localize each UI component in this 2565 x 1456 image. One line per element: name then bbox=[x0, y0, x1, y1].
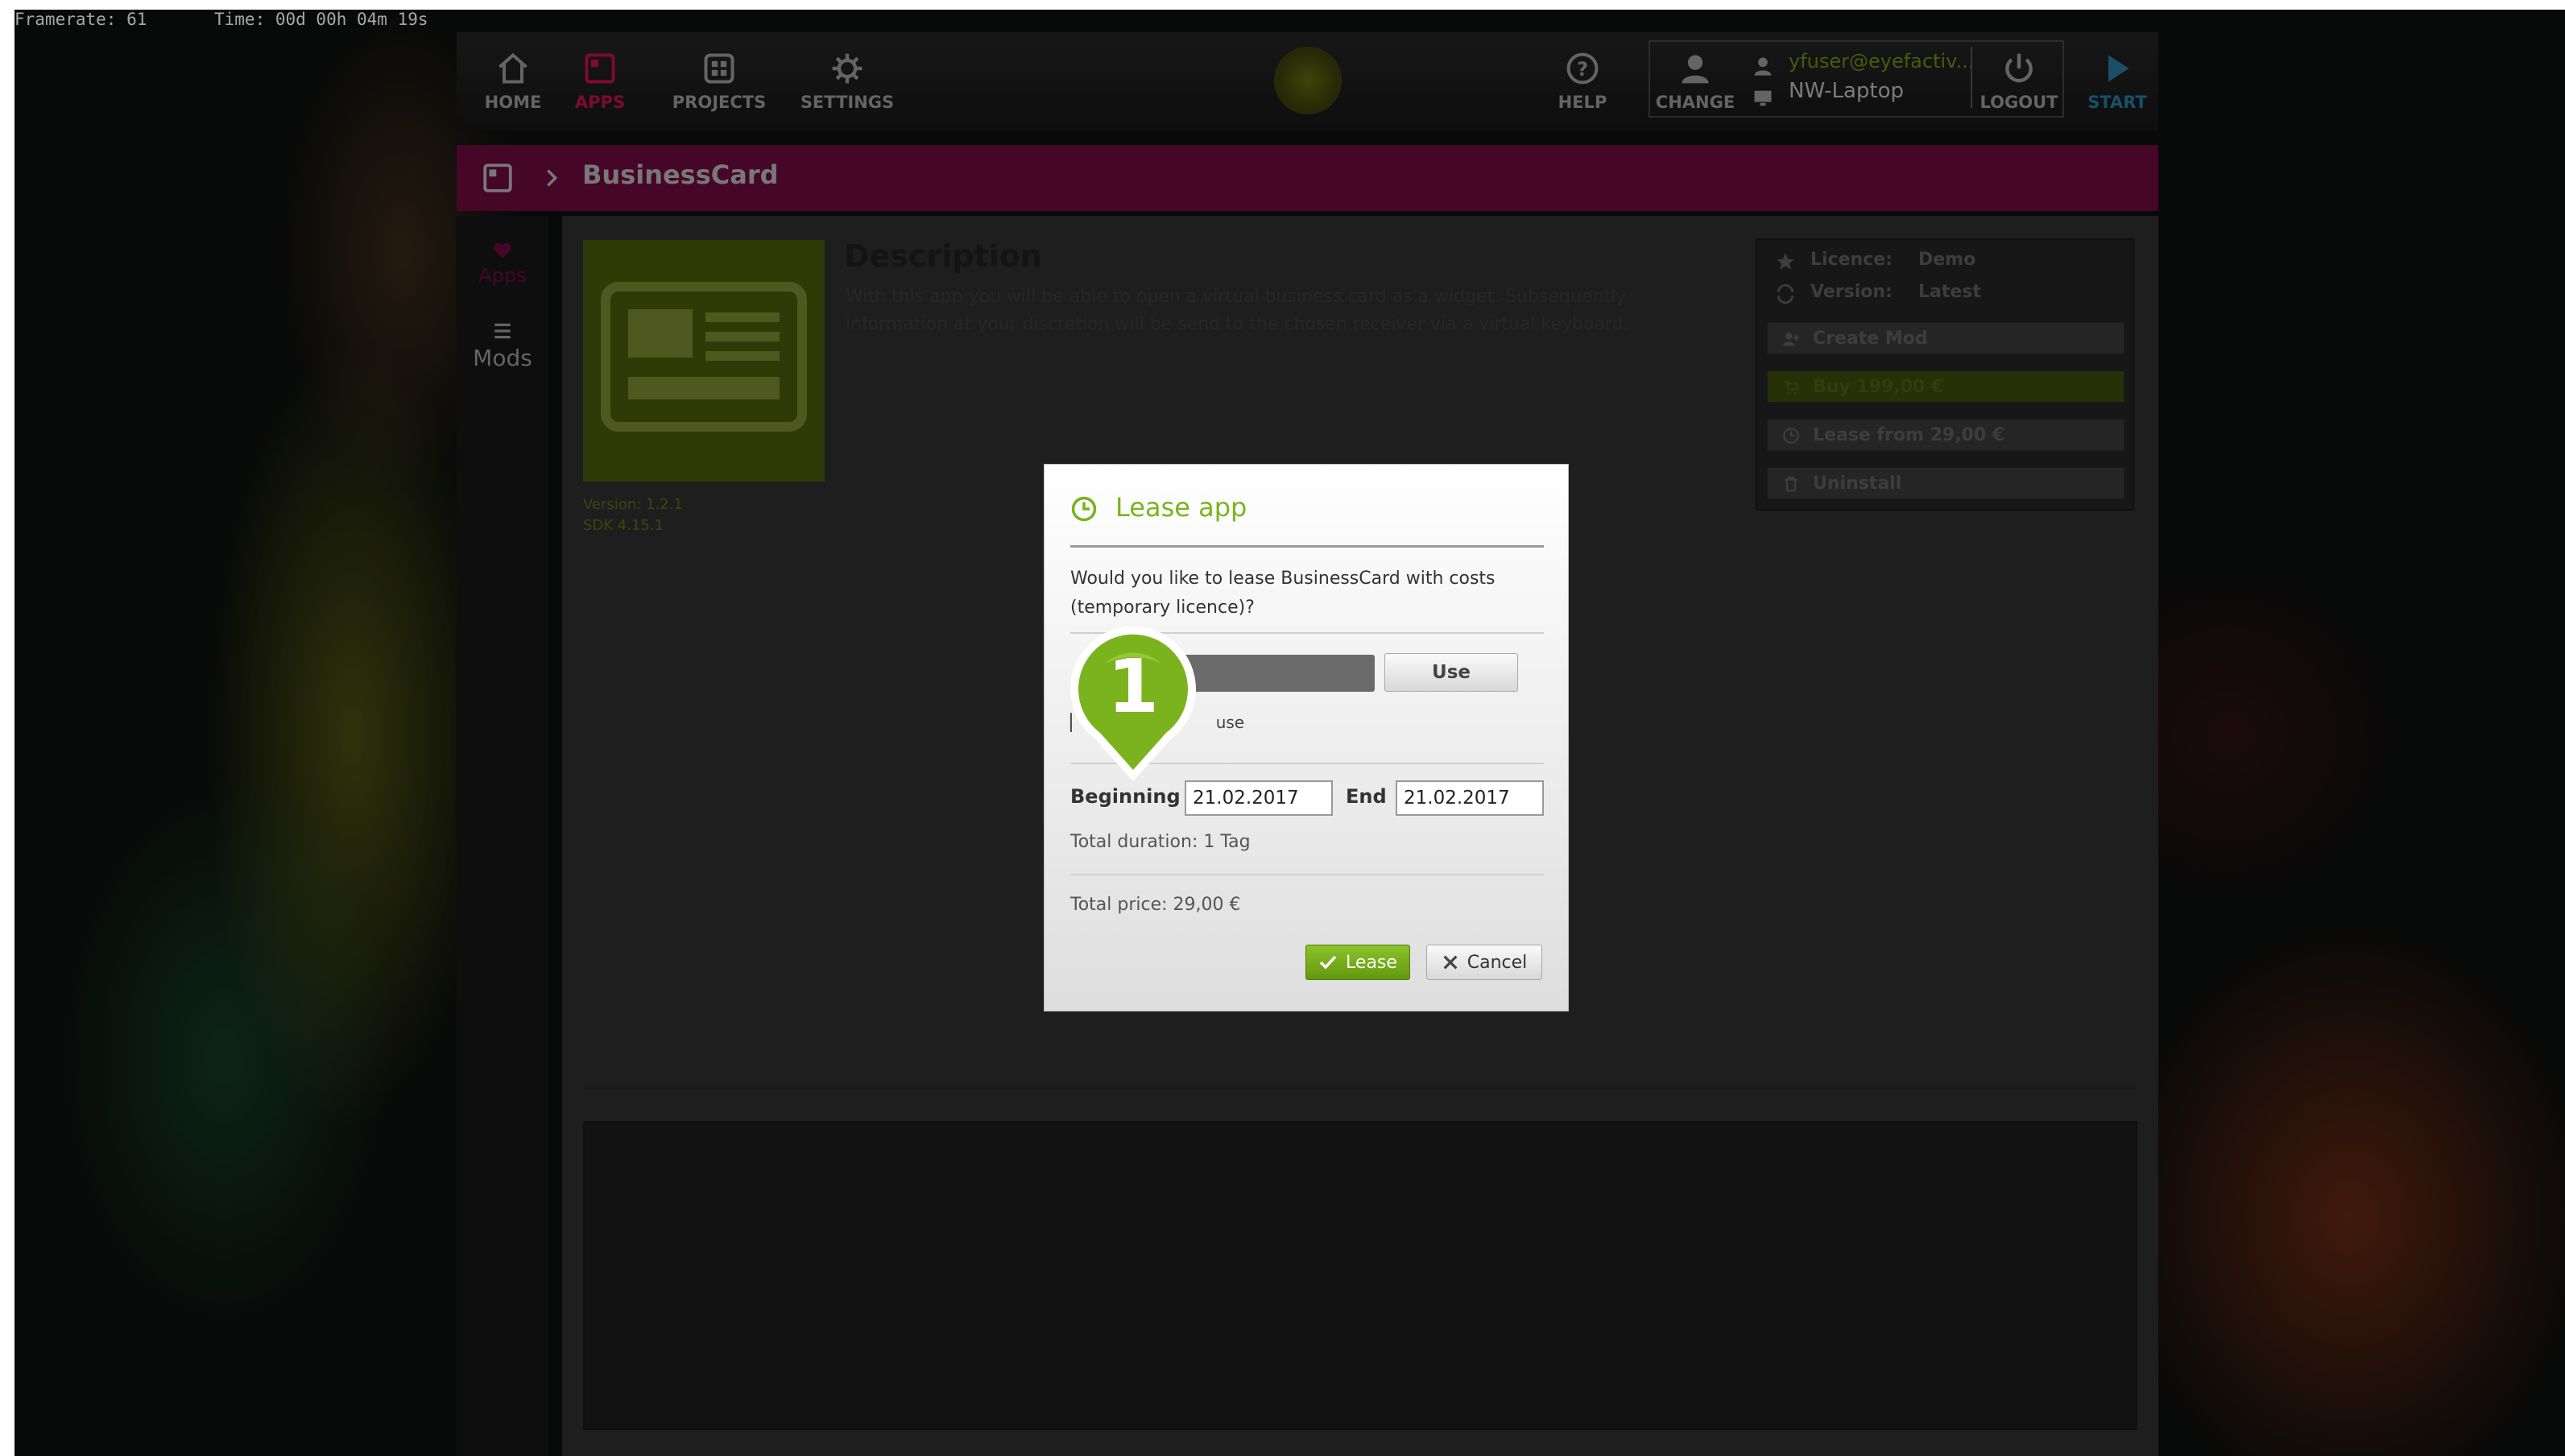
end-label: End bbox=[1346, 785, 1387, 808]
clock-icon bbox=[1071, 496, 1097, 522]
dialog-rule bbox=[1070, 874, 1544, 875]
beginning-date-field[interactable] bbox=[1185, 780, 1333, 816]
dialog-question: Would you like to lease BusinessCard wit… bbox=[1070, 569, 1496, 618]
dialog-title: Lease app bbox=[1115, 492, 1247, 523]
hint-text: use bbox=[1215, 713, 1245, 732]
lease-button-label: Lease bbox=[1346, 952, 1397, 973]
use-button[interactable]: Use bbox=[1384, 653, 1518, 692]
end-date-field[interactable] bbox=[1396, 780, 1544, 816]
step-number: 1 bbox=[1107, 643, 1159, 730]
step-marker-pin: 1 bbox=[1070, 626, 1196, 781]
close-icon bbox=[1443, 955, 1458, 970]
cancel-button[interactable]: Cancel bbox=[1426, 945, 1542, 980]
lease-button[interactable]: Lease bbox=[1305, 945, 1410, 980]
total-duration: Total duration: 1 Tag bbox=[1070, 832, 1251, 852]
checkmark-icon bbox=[1319, 955, 1337, 970]
total-price: Total price: 29,00 € bbox=[1070, 895, 1241, 915]
app-screen: Framerate: 61 Time: 00d 00h 04m 19s HOME… bbox=[14, 10, 2565, 1456]
beginning-label: Beginning bbox=[1070, 785, 1181, 808]
dialog-title-rule bbox=[1070, 545, 1544, 548]
cancel-button-label: Cancel bbox=[1467, 952, 1528, 973]
